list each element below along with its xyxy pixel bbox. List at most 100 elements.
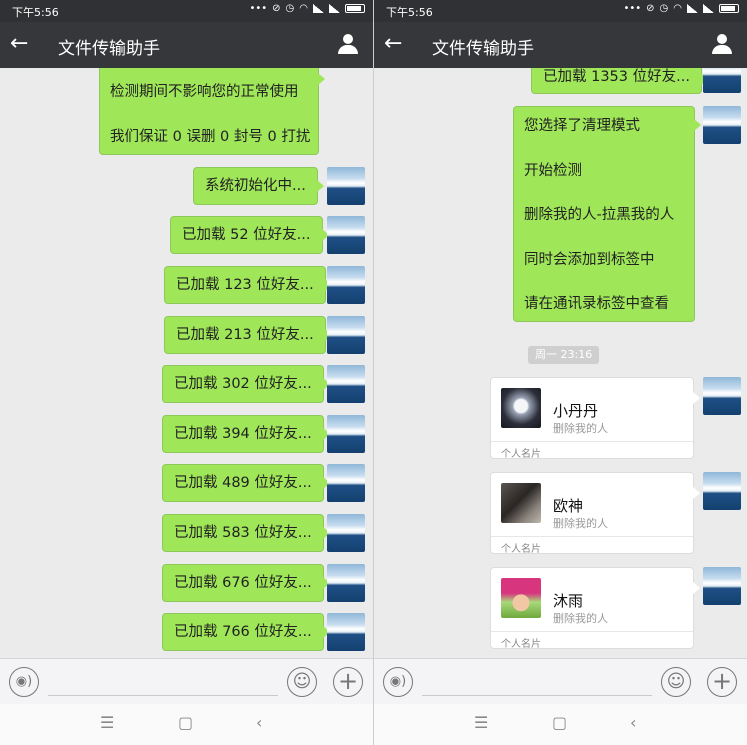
signal-icon: [313, 4, 324, 13]
chat-title: 文件传输助手: [58, 39, 160, 59]
wifi-icon: ◠: [673, 3, 682, 14]
sender-avatar[interactable]: [703, 68, 741, 93]
title-bar: ← 文件传输助手: [0, 22, 373, 68]
left-phone-screen: 下午5:56 ••• ⊘ ◷ ◠ ← 文件传输助手 检测期间不影响您的正常使用 …: [0, 0, 373, 745]
contact-avatar: [501, 388, 541, 428]
sender-avatar[interactable]: [327, 266, 365, 304]
home-icon[interactable]: ▢: [552, 713, 567, 732]
signal-icon: [687, 4, 698, 13]
card-divider: [491, 441, 693, 442]
user-profile-icon[interactable]: [711, 32, 733, 56]
sender-avatar[interactable]: [327, 415, 365, 453]
input-bar: ◉) ☺ +: [374, 658, 747, 704]
right-phone-screen: 下午5:56 ••• ⊘ ◷ ◠ ← 文件传输助手 已加载 1353 位好友..…: [374, 0, 747, 745]
card-divider: [491, 631, 693, 632]
message-bubble[interactable]: 已加载 766 位好友...: [162, 613, 330, 651]
mute-icon: ⊘: [646, 3, 655, 14]
message-bubble[interactable]: 已加载 302 位好友...: [162, 365, 330, 403]
card-footer: 个人名片: [501, 639, 541, 650]
signal-icon: [329, 4, 340, 13]
sender-avatar[interactable]: [327, 464, 365, 502]
sender-avatar[interactable]: [703, 106, 741, 144]
battery-icon: [719, 4, 739, 13]
status-time: 下午5:56: [12, 6, 59, 19]
contact-name: 沐雨: [553, 592, 584, 610]
voice-input-icon[interactable]: ◉): [9, 667, 39, 697]
user-profile-icon[interactable]: [337, 32, 359, 56]
message-bubble[interactable]: 已加载 213 位好友...: [164, 316, 332, 354]
chat-area[interactable]: 已加载 1353 位好友... 您选择了清理模式 开始检测 删除我的人-拉黑我的…: [374, 68, 747, 658]
home-icon[interactable]: ▢: [178, 713, 193, 732]
chat-area[interactable]: 检测期间不影响您的正常使用 我们保证 0 误删 0 封号 0 打扰 系统初始化中…: [0, 68, 373, 658]
message-bubble[interactable]: 已加载 676 位好友...: [162, 564, 330, 602]
sender-avatar[interactable]: [327, 564, 365, 602]
contact-name: 小丹丹: [553, 402, 599, 420]
message-bubble[interactable]: 已加载 489 位好友...: [162, 464, 330, 502]
contact-status: 删除我的人: [553, 422, 608, 435]
message-line: 检测期间不影响您的正常使用: [110, 84, 299, 100]
contact-card[interactable]: 欧神 删除我的人 个人名片: [490, 472, 700, 555]
status-icons: ••• ⊘ ◷ ◠: [623, 3, 739, 14]
card-footer: 个人名片: [501, 449, 541, 460]
contact-card[interactable]: 沐雨 删除我的人 个人名片: [490, 567, 700, 650]
message-line: 请在通讯录标签中查看: [524, 296, 669, 312]
message-line: 您选择了清理模式: [524, 118, 640, 134]
sender-avatar[interactable]: [327, 514, 365, 552]
sender-avatar[interactable]: [703, 377, 741, 415]
system-nav-bar: ☰ ▢ ‹: [0, 704, 373, 745]
sender-avatar[interactable]: [327, 613, 365, 651]
card-divider: [491, 536, 693, 537]
message-bubble[interactable]: 已加载 52 位好友...: [170, 216, 328, 254]
back-arrow-icon[interactable]: ←: [384, 31, 402, 57]
message-bubble[interactable]: 已加载 1353 位好友...: [531, 68, 708, 94]
sender-avatar[interactable]: [327, 216, 365, 254]
message-bubble[interactable]: 系统初始化中...: [193, 167, 324, 205]
message-line: 同时会添加到标签中: [524, 251, 655, 268]
message-bubble-mode[interactable]: 您选择了清理模式 开始检测 删除我的人-拉黑我的人 同时会添加到标签中 请在通讯…: [513, 106, 701, 322]
dots-icon: •••: [623, 3, 642, 14]
message-bubble[interactable]: 已加载 583 位好友...: [162, 514, 330, 552]
menu-icon[interactable]: ☰: [100, 713, 114, 732]
message-bubble[interactable]: 已加载 394 位好友...: [162, 415, 330, 453]
contact-avatar: [501, 483, 541, 523]
chat-title: 文件传输助手: [432, 39, 534, 59]
plus-icon[interactable]: +: [333, 667, 363, 697]
title-bar: ← 文件传输助手: [374, 22, 747, 68]
back-arrow-icon[interactable]: ←: [10, 31, 28, 57]
sender-avatar[interactable]: [327, 365, 365, 403]
message-bubble-intro[interactable]: 检测期间不影响您的正常使用 我们保证 0 误删 0 封号 0 打扰: [99, 68, 325, 155]
message-line: 开始检测: [524, 162, 582, 179]
plus-icon[interactable]: +: [707, 667, 737, 697]
status-icons: ••• ⊘ ◷ ◠: [249, 3, 365, 14]
back-icon[interactable]: ‹: [256, 713, 262, 732]
card-footer: 个人名片: [501, 544, 541, 555]
alarm-icon: ◷: [659, 3, 669, 14]
sender-avatar[interactable]: [703, 567, 741, 605]
back-icon[interactable]: ‹: [630, 713, 636, 732]
sender-avatar[interactable]: [703, 472, 741, 510]
message-input[interactable]: [422, 695, 652, 696]
mute-icon: ⊘: [272, 3, 281, 14]
sender-avatar[interactable]: [327, 316, 365, 354]
contact-status: 删除我的人: [553, 612, 608, 625]
menu-icon[interactable]: ☰: [474, 713, 488, 732]
message-timestamp: 周一 23:16: [528, 346, 600, 364]
alarm-icon: ◷: [285, 3, 295, 14]
contact-name: 欧神: [553, 497, 584, 515]
contact-avatar: [501, 578, 541, 618]
emoji-icon[interactable]: ☺: [661, 667, 691, 697]
dots-icon: •••: [249, 3, 268, 14]
signal-icon: [703, 4, 714, 13]
sender-avatar[interactable]: [327, 167, 365, 205]
message-input[interactable]: [48, 695, 278, 696]
system-nav-bar: ☰ ▢ ‹: [374, 704, 747, 745]
wifi-icon: ◠: [299, 3, 308, 14]
message-bubble[interactable]: 已加载 123 位好友...: [164, 266, 332, 304]
contact-card[interactable]: 小丹丹 删除我的人 个人名片: [490, 377, 700, 460]
battery-icon: [345, 4, 365, 13]
emoji-icon[interactable]: ☺: [287, 667, 317, 697]
contact-status: 删除我的人: [553, 517, 608, 530]
input-bar: ◉) ☺ +: [0, 658, 373, 704]
message-line: 我们保证 0 误删 0 封号 0 打扰: [110, 128, 311, 145]
voice-input-icon[interactable]: ◉): [383, 667, 413, 697]
